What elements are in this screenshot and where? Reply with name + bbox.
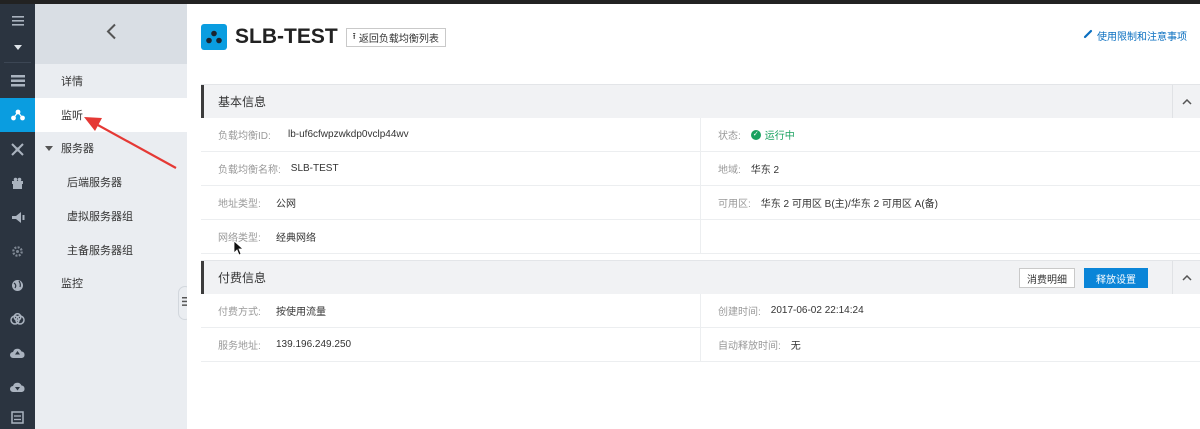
chevron-up-icon[interactable]	[1172, 261, 1200, 294]
section-title: 基本信息	[218, 95, 267, 109]
sidebar-item-details[interactable]: 详情	[35, 64, 187, 98]
field-label: 服务地址:	[218, 341, 261, 352]
gift-icon[interactable]	[0, 166, 35, 200]
status-value: 运行中	[764, 131, 795, 142]
arrow-up-icon: ⭱	[352, 31, 356, 41]
basic-info-header[interactable]: 基本信息	[201, 85, 1200, 118]
chevron-up-icon[interactable]	[1172, 85, 1200, 118]
field-label: 地址类型:	[218, 199, 261, 210]
info-cell: 创建时间: 2017-06-02 22:14:24	[700, 294, 1199, 327]
back-button-label: 返回负载均衡列表	[358, 33, 439, 45]
check-circle-icon: ✓	[750, 129, 761, 140]
field-label: 创建时间:	[718, 307, 761, 318]
field-label: 状态:	[718, 131, 741, 142]
slb-logo-icon	[201, 24, 227, 50]
created-time-value: 2017-06-02 22:14:24	[770, 305, 864, 316]
zone-value: 华东 2 可用区 B(主)/华东 2 可用区 A(备)	[760, 199, 939, 210]
info-cell: 服务地址: 139.196.249.250	[201, 328, 700, 361]
field-label: 地域:	[718, 165, 741, 176]
field-label: 网络类型:	[218, 233, 261, 244]
mouse-cursor-icon	[233, 240, 243, 256]
field-label: 负载均衡名称:	[218, 165, 281, 176]
auto-release-value: 无	[790, 341, 801, 352]
basic-info-section: 基本信息 负载均衡ID: lb-uf6cfwpzwkdp0vclp44wv 状态…	[201, 84, 1200, 254]
link-icon	[1083, 29, 1093, 42]
sidebar-item-label: 服务器	[61, 143, 94, 155]
button-label: 消费明细	[1027, 274, 1067, 286]
info-row: 服务地址: 139.196.249.250 自动释放时间: 无	[201, 328, 1200, 362]
sidebar-item-backend-servers[interactable]: 后端服务器	[35, 165, 187, 199]
billing-info-section: 付费信息 消费明细 释放设置 付费方式: 按使用流量 创建时间: 2017-06…	[201, 260, 1200, 362]
billing-detail-button[interactable]: 消费明细	[1019, 268, 1075, 288]
settings-icon[interactable]	[0, 234, 35, 268]
broadcast-icon[interactable]	[0, 200, 35, 234]
field-label: 付费方式:	[218, 307, 261, 318]
help-link-label: 使用限制和注意事项	[1097, 32, 1187, 43]
sidebar-item-label: 详情	[61, 76, 83, 88]
info-cell: 地址类型: 公网	[201, 186, 700, 219]
sidebar-item-label: 监听	[61, 110, 83, 122]
section-title: 付费信息	[218, 271, 267, 285]
cloud-link-icon[interactable]	[0, 302, 35, 336]
sidebar-item-label: 主备服务器组	[67, 245, 133, 257]
cloud-down-icon[interactable]	[0, 370, 35, 404]
instance-name-value: SLB-TEST	[290, 163, 339, 174]
sidebar-header	[35, 4, 187, 64]
field-label: 负载均衡ID:	[218, 131, 271, 142]
info-cell: 自动释放时间: 无	[700, 328, 1199, 361]
cloud-up-icon[interactable]	[0, 336, 35, 370]
info-cell: 地域: 华东 2	[700, 152, 1199, 185]
info-row: 负载均衡名称: SLB-TEST 地域: 华东 2	[201, 152, 1200, 186]
info-row: 付费方式: 按使用流量 创建时间: 2017-06-02 22:14:24	[201, 294, 1200, 328]
sidebar-item-vserver-group[interactable]: 虚拟服务器组	[35, 199, 187, 233]
page-title: SLB-TEST	[235, 25, 338, 48]
info-cell: 网络类型: 经典网络	[201, 220, 700, 253]
console-icon[interactable]	[0, 400, 35, 429]
button-label: 释放设置	[1096, 274, 1136, 286]
globe-icon[interactable]	[0, 268, 35, 302]
usage-limits-link[interactable]: 使用限制和注意事项	[1083, 28, 1187, 43]
service-address-value: 139.196.249.250	[276, 339, 352, 350]
back-to-list-button[interactable]: ⭱ 返回负载均衡列表	[345, 27, 446, 47]
sidebar-item-label: 监控	[61, 278, 83, 290]
info-cell: 负载均衡ID: lb-uf6cfwpzwkdp0vclp44wv	[201, 118, 700, 151]
title-row: SLB-TEST ⭱ 返回负载均衡列表	[201, 22, 446, 52]
info-cell: 状态: ✓ 运行中	[700, 118, 1199, 151]
address-type-value: 公网	[276, 199, 296, 210]
payment-type-value: 按使用流量	[276, 307, 326, 318]
billing-info-header[interactable]: 付费信息 消费明细 释放设置	[201, 261, 1200, 294]
sidebar-item-label: 后端服务器	[67, 177, 122, 189]
network-type-value: 经典网络	[276, 233, 316, 244]
caret-down-icon	[45, 145, 53, 151]
info-cell	[700, 220, 1199, 253]
instance-id-value: lb-uf6cfwpzwkdp0vclp44wv	[288, 129, 409, 140]
sidebar-item-label: 虚拟服务器组	[67, 211, 133, 223]
info-cell: 可用区: 华东 2 可用区 B(主)/华东 2 可用区 A(备)	[700, 186, 1199, 219]
region-value: 华东 2	[750, 165, 780, 176]
info-row: 负载均衡ID: lb-uf6cfwpzwkdp0vclp44wv 状态: ✓ 运…	[201, 118, 1200, 152]
info-row: 地址类型: 公网 可用区: 华东 2 可用区 B(主)/华东 2 可用区 A(备…	[201, 186, 1200, 220]
dropdown-icon[interactable]	[0, 30, 35, 64]
slb-icon[interactable]	[0, 98, 35, 132]
info-cell: 负载均衡名称: SLB-TEST	[201, 152, 700, 185]
icon-rail	[0, 4, 35, 429]
sidebar-group-servers[interactable]: 服务器	[35, 131, 187, 165]
info-row: 网络类型: 经典网络	[201, 220, 1200, 254]
network-icon[interactable]	[0, 132, 35, 166]
sidebar-item-master-slave-group[interactable]: 主备服务器组	[35, 233, 187, 267]
list-icon[interactable]	[0, 64, 35, 98]
rail-divider	[4, 62, 31, 63]
secondary-sidebar: 详情 监听 服务器 后端服务器 虚拟服务器组 主备服务器组 监控	[35, 4, 187, 429]
field-label: 自动释放时间:	[718, 341, 781, 352]
field-label: 可用区:	[718, 199, 751, 210]
sidebar-item-monitoring[interactable]: 监控	[35, 266, 187, 300]
chevron-left-icon[interactable]	[106, 23, 117, 45]
release-settings-button[interactable]: 释放设置	[1084, 268, 1148, 288]
info-cell: 付费方式: 按使用流量	[201, 294, 700, 327]
sidebar-item-listener[interactable]: 监听	[35, 98, 187, 132]
main-content: SLB-TEST ⭱ 返回负载均衡列表 使用限制和注意事项 基本信息 负载均衡I…	[187, 4, 1200, 429]
